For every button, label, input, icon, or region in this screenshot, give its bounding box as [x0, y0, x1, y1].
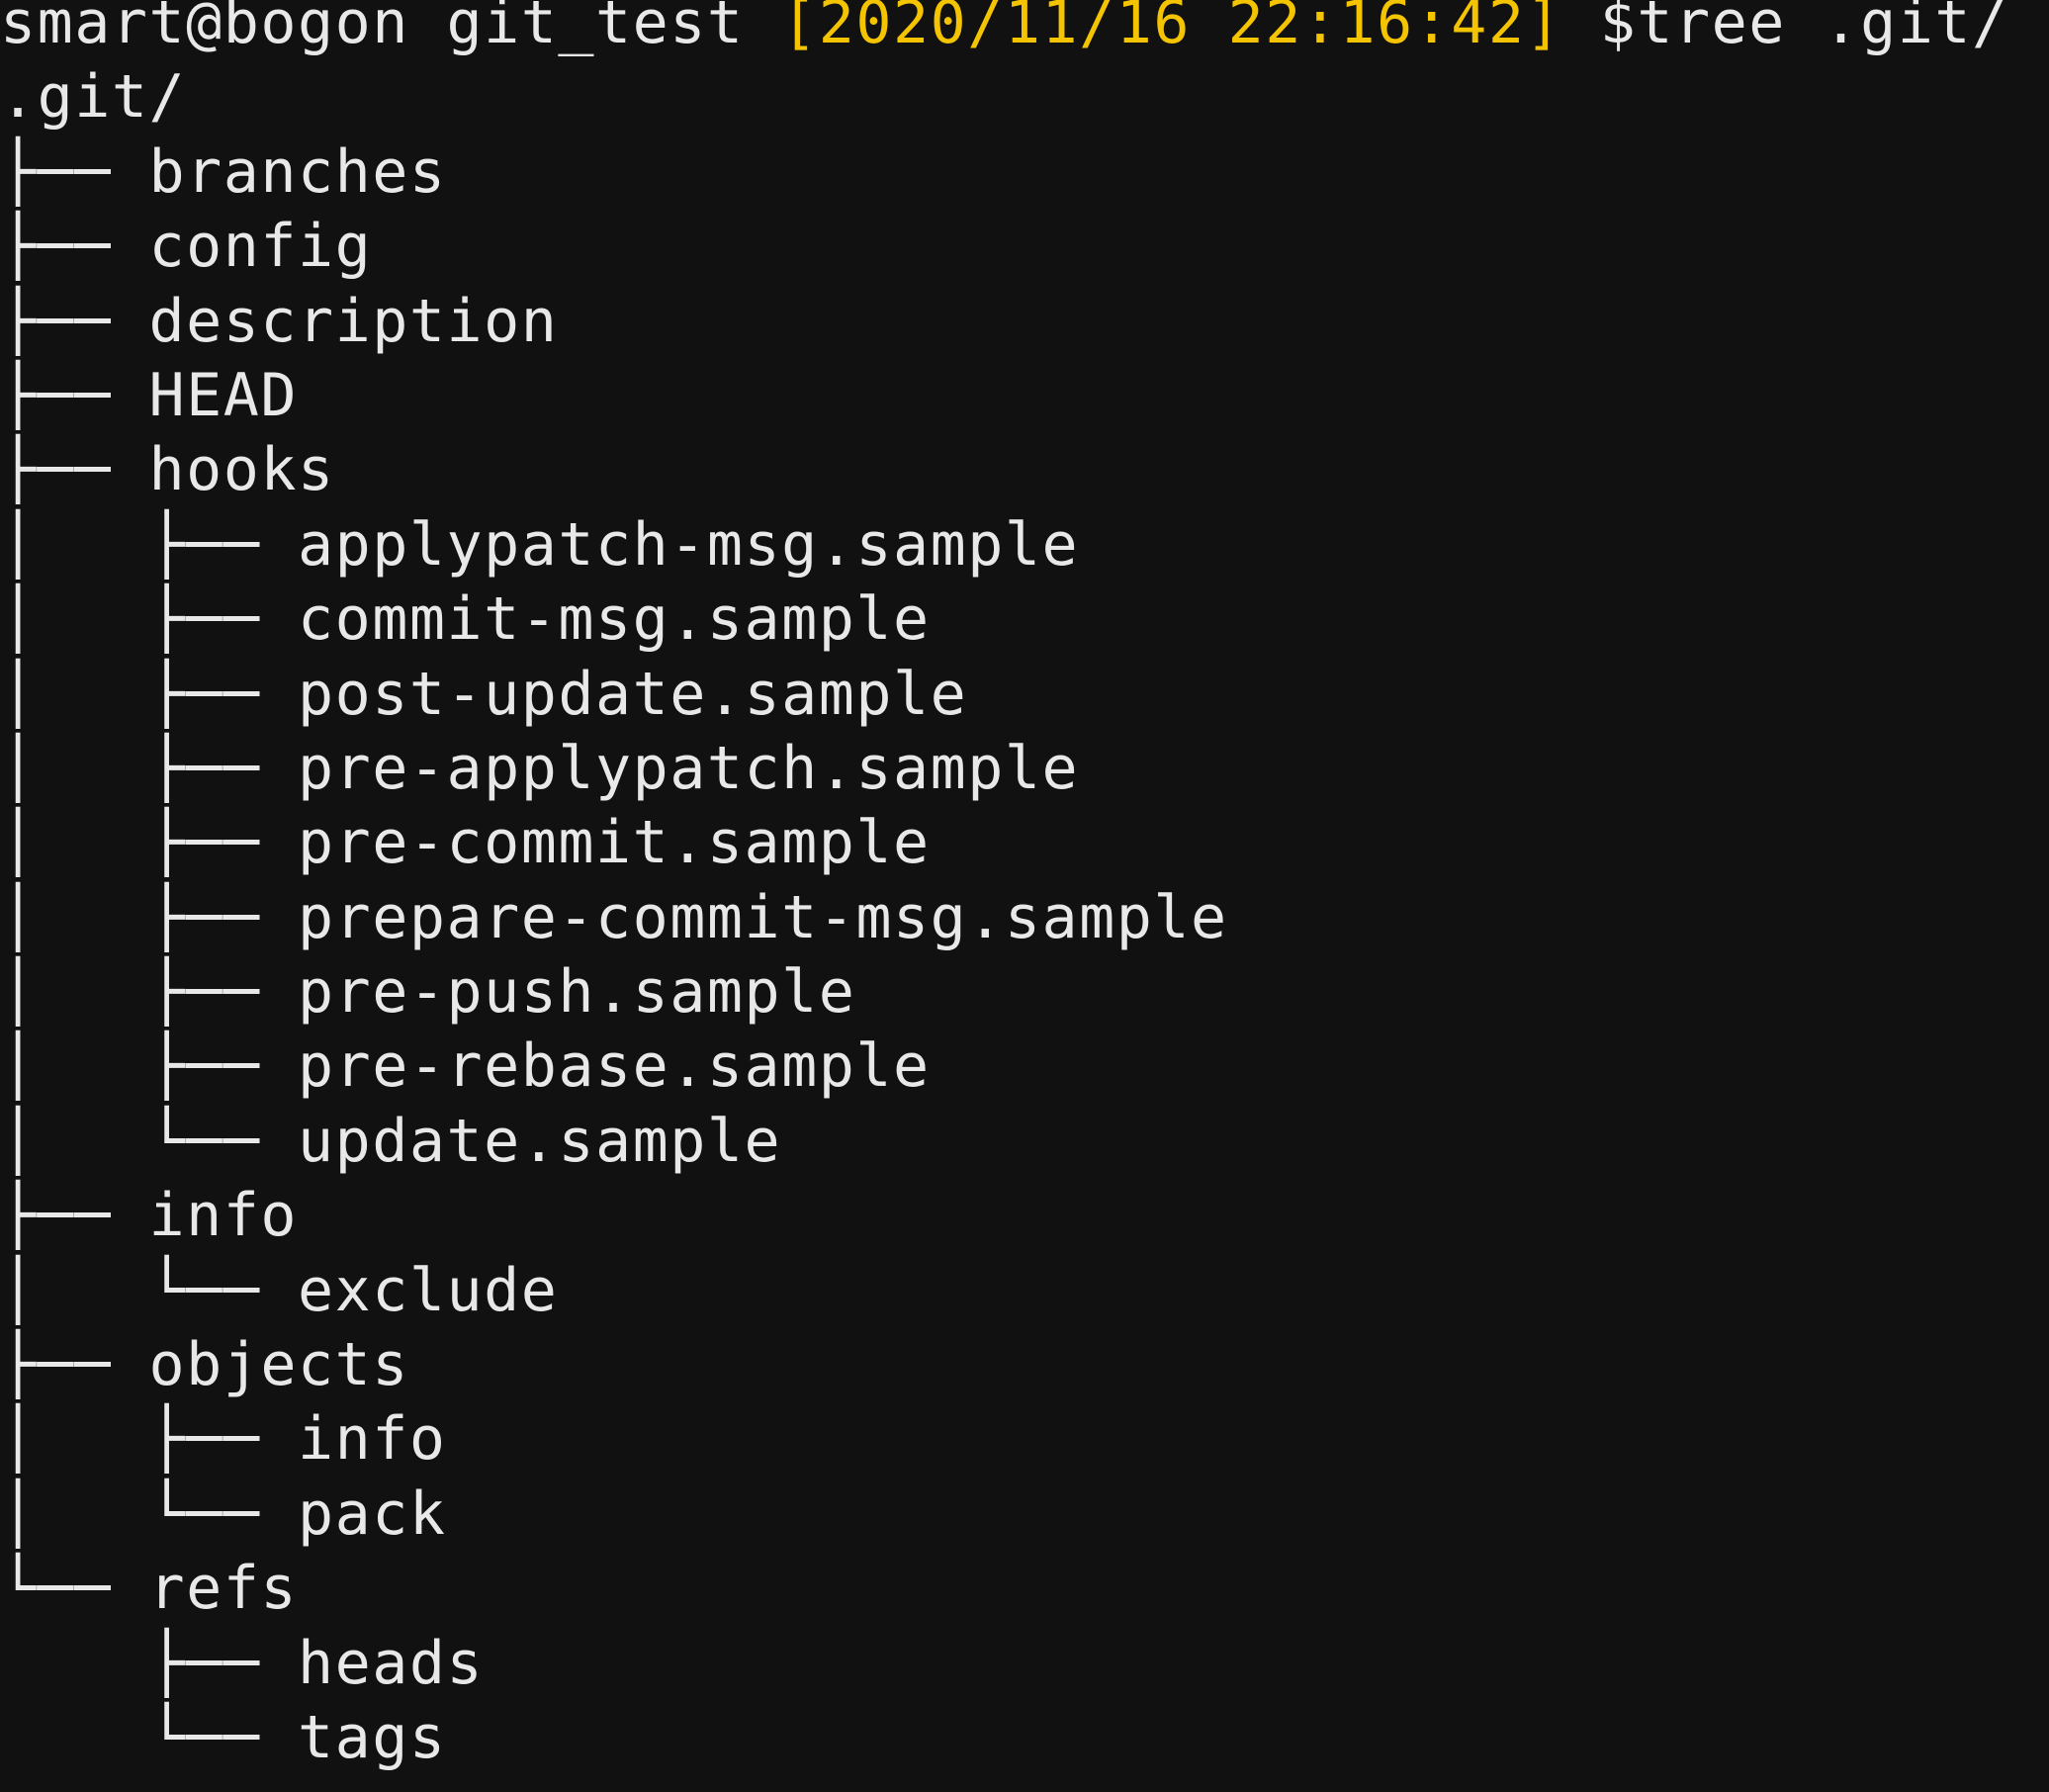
tree-output-line: │ └── exclude	[0, 1255, 559, 1325]
tree-output-line: ├── heads	[0, 1628, 485, 1698]
tree-output-line: ├── description	[0, 286, 559, 356]
tree-output-line: │ ├── applypatch-msg.sample	[0, 509, 1080, 580]
tree-output-line: │ ├── prepare-commit-msg.sample	[0, 882, 1228, 952]
tree-output-line: ├── branches	[0, 136, 447, 207]
tree-output-line: └── refs	[0, 1554, 298, 1624]
tree-output-line: │ ├── pre-rebase.sample	[0, 1031, 931, 1102]
tree-output-line: ├── HEAD	[0, 360, 298, 430]
tree-output-line: .git/	[0, 62, 187, 133]
tree-output-line: │ ├── pre-applypatch.sample	[0, 733, 1080, 803]
tree-output-line: ├── config	[0, 212, 373, 282]
tree-output-line: │ └── update.sample	[0, 1106, 782, 1176]
tree-output-line: │ ├── pre-push.sample	[0, 957, 856, 1028]
prompt-command: $tree .git/	[1562, 0, 2009, 57]
tree-output-line: ├── hooks	[0, 435, 335, 505]
tree-output-line: └── tags	[0, 1702, 447, 1772]
prompt-user-host-dir: smart@bogon git_test	[0, 0, 782, 57]
terminal-window[interactable]: smart@bogon git_test [2020/11/16 22:16:4…	[0, 0, 2049, 1778]
prompt-timestamp: [2020/11/16 22:16:42]	[781, 0, 1563, 57]
tree-output-line: ├── objects	[0, 1330, 409, 1400]
tree-output-line: ├── info	[0, 1181, 298, 1251]
tree-output-line: │ ├── commit-msg.sample	[0, 584, 931, 655]
tree-output-line: │ ├── post-update.sample	[0, 659, 968, 729]
tree-output-line: │ ├── pre-commit.sample	[0, 808, 931, 878]
tree-output-line: │ └── pack	[0, 1478, 447, 1549]
prompt-line: smart@bogon git_test [2020/11/16 22:16:4…	[0, 0, 2049, 60]
tree-output-line: │ ├── info	[0, 1404, 447, 1475]
